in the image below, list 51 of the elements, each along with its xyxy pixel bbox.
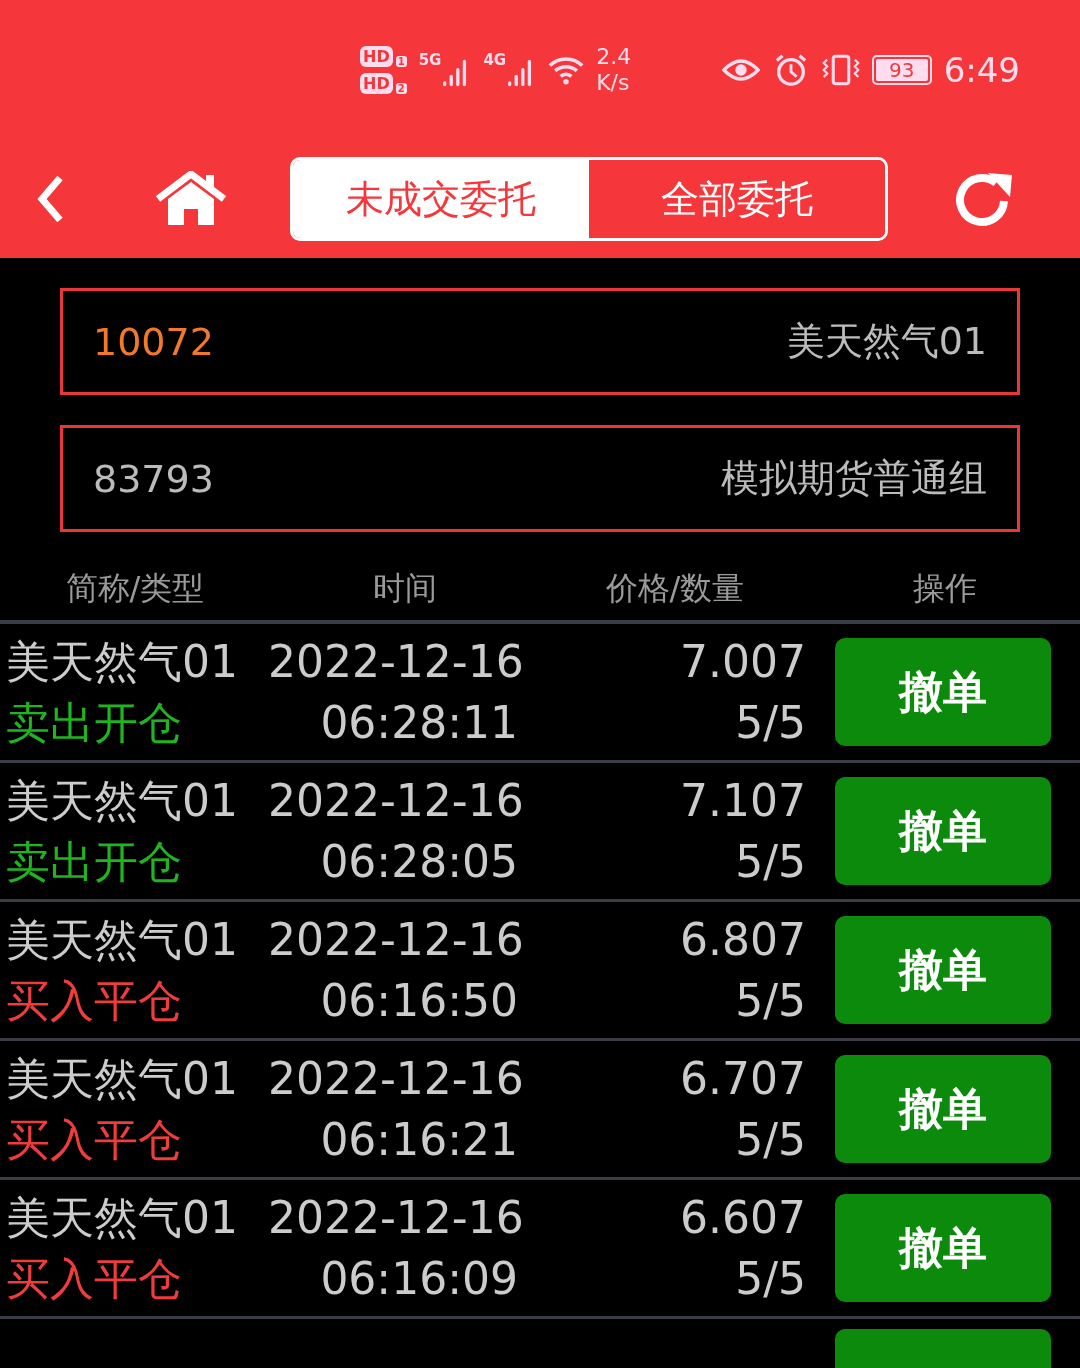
wifi-icon [548, 54, 585, 86]
contract-name: 美天然气01 [6, 913, 239, 967]
order-quantity: 5/5 [734, 835, 806, 889]
order-time: 06:28:05 [319, 835, 518, 889]
order-time: 06:16:50 [319, 974, 518, 1028]
order-type: 卖出开仓 [6, 696, 183, 750]
order-price: 6.607 [679, 1191, 806, 1245]
cancel-button[interactable]: 撤单 [835, 1194, 1051, 1302]
order-type: 买入平仓 [6, 1252, 183, 1306]
order-price: 7.107 [679, 774, 806, 828]
order-quantity: 5/5 [734, 974, 806, 1028]
order-quantity: 5/5 [734, 1252, 806, 1306]
column-header: 价格/数量 [604, 568, 746, 609]
sim-label: HD [360, 73, 393, 94]
home-icon[interactable] [156, 171, 226, 227]
vibrate-icon [821, 53, 860, 87]
order-time: 06:28:11 [319, 696, 518, 750]
battery-level: 93 [875, 59, 928, 81]
order-type: 买入平仓 [6, 1113, 183, 1167]
order-price: 6.807 [679, 913, 806, 967]
speed-value: 2.4 [596, 43, 632, 70]
contract-name: 美天然气01 [6, 1191, 239, 1245]
column-header: 简称/类型 [64, 568, 206, 609]
order-price: 6.707 [679, 1052, 806, 1106]
tab[interactable]: 未成交委托 [293, 160, 589, 238]
contract-name: 美天然气01 [6, 1052, 239, 1106]
cancel-button[interactable]: 撤单 [835, 916, 1051, 1024]
order-quantity: 5/5 [734, 1113, 806, 1167]
order-time: 06:16:21 [319, 1113, 518, 1167]
order-quantity: 5/5 [734, 696, 806, 750]
refresh-icon[interactable] [954, 171, 1014, 227]
contract-name: 美天然气01 [6, 635, 239, 689]
network-label: 4G [483, 51, 507, 69]
cancel-button[interactable]: 撤单 [835, 777, 1051, 885]
order-time: 06:16:09 [319, 1252, 518, 1306]
order-type: 买入平仓 [6, 974, 183, 1028]
sim-slot: 1 [395, 56, 407, 67]
account-field[interactable]: 83793 模拟期货普通组 [60, 425, 1020, 532]
speed-unit: K/s [596, 70, 631, 97]
order-price: 7.007 [679, 635, 806, 689]
sim-slot: 2 [395, 83, 407, 94]
contract-field[interactable]: 10072 美天然气01 [60, 288, 1020, 395]
cancel-button[interactable]: 撤单 [835, 638, 1051, 746]
column-header: 时间 [372, 568, 438, 609]
network-label: 5G [418, 51, 442, 69]
sim-label: HD [360, 46, 393, 67]
clock: 6:49 [943, 50, 1020, 90]
order-type: 卖出开仓 [6, 835, 183, 889]
contract-name: 美天然气01 [6, 774, 239, 828]
column-header: 操作 [912, 568, 978, 609]
cancel-button[interactable]: 撤单 [835, 1055, 1051, 1163]
